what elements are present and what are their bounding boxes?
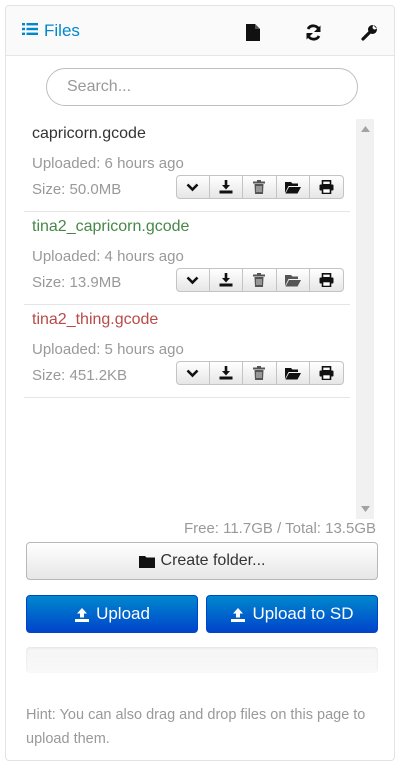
file-size: Size: 451.2KB: [32, 367, 128, 384]
expand-button[interactable]: [176, 361, 210, 385]
file-uploaded: Uploaded: 5 hours ago: [32, 341, 184, 358]
load-button[interactable]: [276, 175, 311, 199]
file-actions: [176, 268, 344, 292]
files-title-link[interactable]: Files: [22, 20, 80, 42]
delete-button[interactable]: [243, 268, 277, 292]
file-item-capricorn[interactable]: capricorn.gcode Uploaded: 6 hours ago Si…: [24, 119, 350, 212]
file-item-tina2-capricorn[interactable]: tina2_capricorn.gcode Uploaded: 4 hours …: [24, 212, 350, 305]
folder-open-icon: [285, 274, 302, 286]
drag-drop-hint: Hint: You can also drag and drop files o…: [26, 707, 366, 747]
scroll-up-icon[interactable]: [356, 121, 374, 137]
create-folder-label: Create folder...: [160, 552, 266, 569]
delete-button[interactable]: [243, 361, 277, 385]
file-size: Size: 13.9MB: [32, 274, 122, 291]
file-name[interactable]: tina2_thing.gcode: [32, 311, 158, 329]
print-icon: [319, 180, 334, 194]
delete-button[interactable]: [243, 175, 277, 199]
expand-button[interactable]: [176, 268, 210, 292]
trash-icon: [253, 180, 266, 194]
chevron-down-icon: [186, 276, 199, 284]
files-panel: Files capricorn.gc: [5, 5, 395, 761]
new-file-icon[interactable]: [242, 22, 264, 42]
upload-icon: [75, 607, 90, 622]
panel-header: Files: [6, 6, 394, 56]
chevron-down-icon: [186, 369, 199, 377]
panel-title: Files: [44, 21, 80, 40]
upload-progress-bar: [26, 647, 378, 673]
trash-icon: [253, 366, 266, 380]
print-icon: [319, 273, 334, 287]
file-item-tina2-thing[interactable]: tina2_thing.gcode Uploaded: 5 hours ago …: [24, 305, 350, 398]
file-list: capricorn.gcode Uploaded: 6 hours ago Si…: [24, 119, 350, 519]
upload-label: Upload: [96, 604, 150, 623]
trash-icon: [253, 273, 266, 287]
search-input[interactable]: [46, 68, 358, 106]
download-icon: [219, 180, 233, 194]
download-icon: [219, 366, 233, 380]
wrench-icon[interactable]: [358, 22, 380, 42]
folder-open-icon: [285, 181, 302, 193]
folder-open-icon: [285, 367, 302, 379]
storage-usage: Free: 11.7GB / Total: 13.5GB: [183, 520, 376, 537]
list-icon: [22, 21, 38, 41]
file-uploaded: Uploaded: 6 hours ago: [32, 155, 184, 172]
upload-button[interactable]: Upload: [26, 595, 198, 633]
download-icon: [219, 273, 233, 287]
refresh-icon[interactable]: [302, 22, 324, 42]
file-actions: [176, 361, 344, 385]
file-size: Size: 50.0MB: [32, 181, 122, 198]
load-button[interactable]: [276, 361, 311, 385]
download-button[interactable]: [209, 175, 244, 199]
folder-icon: [138, 555, 155, 568]
scroll-down-icon[interactable]: [356, 501, 374, 517]
print-icon: [319, 366, 334, 380]
expand-button[interactable]: [176, 175, 210, 199]
load-button[interactable]: [276, 268, 311, 292]
file-list-scrollbar[interactable]: [356, 119, 374, 519]
upload-icon: [231, 607, 246, 622]
download-button[interactable]: [209, 361, 244, 385]
print-button[interactable]: [310, 268, 344, 292]
print-button[interactable]: [310, 175, 344, 199]
upload-to-sd-label: Upload to SD: [252, 604, 354, 623]
file-name[interactable]: tina2_capricorn.gcode: [32, 218, 189, 236]
file-name[interactable]: capricorn.gcode: [32, 125, 146, 143]
upload-to-sd-button[interactable]: Upload to SD: [206, 595, 378, 633]
file-uploaded: Uploaded: 4 hours ago: [32, 248, 184, 265]
file-actions: [176, 175, 344, 199]
print-button[interactable]: [310, 361, 344, 385]
download-button[interactable]: [209, 268, 244, 292]
create-folder-button[interactable]: Create folder...: [26, 542, 378, 580]
chevron-down-icon: [186, 183, 199, 191]
